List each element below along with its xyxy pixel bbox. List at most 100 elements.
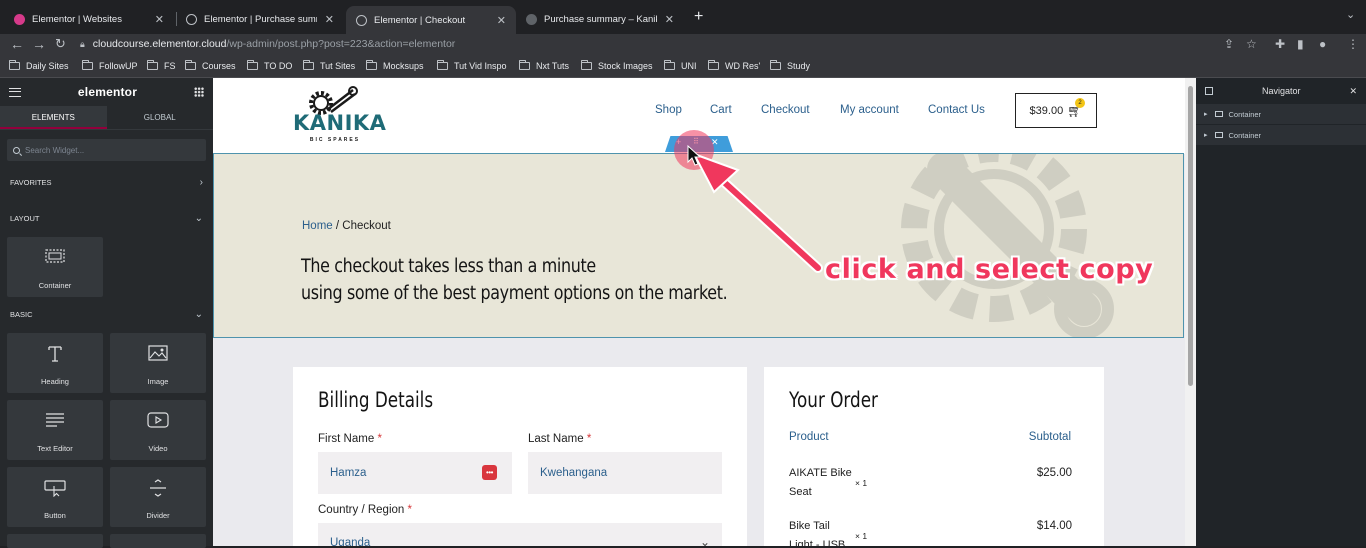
widget-button[interactable]: Button: [7, 467, 103, 527]
mini-cart-button[interactable]: $39.00 🛒︎ 2: [1015, 93, 1097, 128]
close-tab-icon[interactable]: ✕: [665, 13, 674, 26]
section-layout[interactable]: LAYOUT ⌄: [0, 211, 213, 225]
close-tab-icon[interactable]: ✕: [325, 13, 334, 26]
container-icon: [45, 249, 65, 263]
globe-icon: [186, 13, 197, 25]
bookmark-folder[interactable]: TO DO: [247, 60, 292, 71]
breadcrumb: Home / Checkout: [302, 220, 391, 232]
widget-video[interactable]: Video: [110, 400, 206, 460]
panel-header: elementor: [0, 78, 213, 106]
bookmark-folder[interactable]: Study: [770, 60, 811, 71]
nav-link-checkout[interactable]: Checkout: [761, 104, 810, 116]
widget-divider[interactable]: Divider: [110, 467, 206, 527]
text-editor-icon: [46, 413, 64, 427]
password-manager-icon[interactable]: •••: [482, 465, 497, 480]
bookmark-folder[interactable]: Mocksups: [366, 60, 424, 71]
folder-icon: [147, 60, 158, 70]
navigator-item-container[interactable]: ▸ Container: [1196, 104, 1366, 124]
brand-name: KANIKA: [293, 111, 387, 135]
more-options-icon[interactable]: ⋮: [1347, 37, 1359, 51]
nav-link-cart[interactable]: Cart: [710, 104, 732, 116]
chevron-down-icon: ⌄: [194, 212, 203, 224]
close-tab-icon[interactable]: ✕: [155, 13, 164, 26]
add-icon[interactable]: +: [676, 137, 681, 147]
widget-label: Button: [44, 511, 66, 520]
bookmark-folder[interactable]: WD Res': [708, 60, 760, 71]
reload-icon[interactable]: ↻: [55, 36, 66, 52]
close-icon[interactable]: ✕: [711, 137, 719, 148]
widget-text-editor[interactable]: Text Editor: [7, 400, 103, 460]
widget-container[interactable]: Container: [7, 237, 103, 297]
gear-wrench-watermark-icon: [901, 154, 1114, 337]
new-tab-button[interactable]: +: [694, 8, 703, 26]
section-basic[interactable]: BASIC ⌄: [0, 307, 213, 321]
first-name-value: Hamza: [330, 467, 367, 479]
bookmark-folder[interactable]: Stock Images: [581, 60, 653, 71]
nav-link-my-account[interactable]: My account: [840, 104, 899, 116]
bookmark-folder[interactable]: FollowUP: [82, 60, 138, 71]
close-tab-icon[interactable]: ✕: [497, 14, 506, 27]
bookmark-label: Study: [787, 61, 811, 71]
bookmark-folder[interactable]: Courses: [185, 60, 236, 71]
container-handle[interactable]: + ⠿ ✕: [665, 136, 733, 152]
last-name-field[interactable]: Kwehangana: [528, 452, 722, 494]
widgets-grid-icon[interactable]: [194, 87, 204, 97]
widget-search: [7, 139, 206, 161]
back-arrow-icon[interactable]: ←: [10, 36, 24, 52]
navigator-item-container[interactable]: ▸ Container: [1196, 125, 1366, 145]
browser-tab-active[interactable]: Elementor | Checkout ✕: [346, 6, 516, 34]
collapse-all-icon[interactable]: [1205, 87, 1213, 95]
image-icon: [148, 345, 168, 361]
last-name-label: Last Name *: [528, 433, 591, 445]
chevron-down-icon[interactable]: ⌄: [1346, 8, 1355, 21]
tab-elements[interactable]: ELEMENTS: [0, 106, 107, 129]
star-icon[interactable]: ☆: [1246, 37, 1257, 51]
first-name-field[interactable]: Hamza •••: [318, 452, 512, 494]
folder-icon: [708, 60, 719, 70]
caret-right-icon[interactable]: ▸: [1204, 131, 1208, 139]
nav-link-shop[interactable]: Shop: [655, 104, 682, 116]
close-icon[interactable]: ✕: [1349, 86, 1357, 97]
caret-right-icon[interactable]: ▸: [1204, 110, 1208, 118]
browser-tab[interactable]: Elementor | Websites ✕: [4, 6, 174, 32]
bookmark-folder[interactable]: Daily Sites: [9, 60, 69, 71]
scrollbar-thumb[interactable]: [1188, 86, 1193, 386]
section-favorites[interactable]: FAVORITES ›: [0, 175, 213, 189]
forward-arrow-icon[interactable]: →: [32, 36, 46, 52]
widget-search-input[interactable]: [25, 145, 195, 155]
chevron-down-icon: ⌄: [194, 308, 203, 320]
tab-global[interactable]: GLOBAL: [107, 106, 214, 129]
extensions-icon[interactable]: ✚: [1275, 37, 1285, 51]
bookmark-folder[interactable]: Tut Sites: [303, 60, 355, 71]
order-item-name: AIKATE Bike Seat: [789, 464, 852, 502]
widget-image[interactable]: Image: [110, 333, 206, 393]
order-item-line: AIKATE Bike: [789, 467, 852, 479]
widget-heading[interactable]: Heading: [7, 333, 103, 393]
bookmark-folder[interactable]: Nxt Tuts: [519, 60, 569, 71]
bookmark-folder[interactable]: UNI: [664, 60, 697, 71]
folder-icon: [9, 60, 20, 70]
canvas-scrollbar[interactable]: [1185, 78, 1196, 546]
sidebar-icon[interactable]: ▮: [1297, 37, 1304, 51]
bookmark-label: FollowUP: [99, 61, 138, 71]
browser-tab[interactable]: Purchase summary – Kanika Pa ✕: [516, 6, 684, 32]
breadcrumb-home-link[interactable]: Home: [302, 220, 333, 232]
your-order-card: Your Order Product Subtotal AIKATE Bike …: [764, 367, 1104, 546]
nav-link-contact[interactable]: Contact Us: [928, 104, 985, 116]
url-path: /wp-admin/post.php?post=223&action=eleme…: [226, 38, 456, 50]
bookmark-folder[interactable]: FS: [147, 60, 176, 71]
hamburger-menu-icon[interactable]: [9, 87, 21, 97]
country-select[interactable]: Uganda ⌄: [318, 523, 722, 546]
drag-handle-icon[interactable]: ⠿: [693, 137, 699, 146]
cart-count-badge: 2: [1075, 98, 1085, 108]
share-icon[interactable]: ⇪: [1224, 37, 1234, 51]
hero-container[interactable]: Home / Checkout The checkout takes less …: [213, 153, 1184, 338]
profile-icon[interactable]: ●: [1319, 37, 1326, 51]
bookmark-folder[interactable]: Tut Vid Inspo: [437, 60, 507, 71]
navigator-panel: Navigator ✕ ▸ Container ▸ Container: [1196, 78, 1366, 546]
folder-icon: [581, 60, 592, 70]
browser-tab[interactable]: Elementor | Purchase summary ✕: [176, 6, 344, 32]
label-text: Last Name: [528, 433, 584, 445]
container-icon: [1214, 111, 1223, 117]
address-bar[interactable]: 🔒︎ cloudcourse.elementor.cloud/wp-admin/…: [74, 34, 1270, 54]
